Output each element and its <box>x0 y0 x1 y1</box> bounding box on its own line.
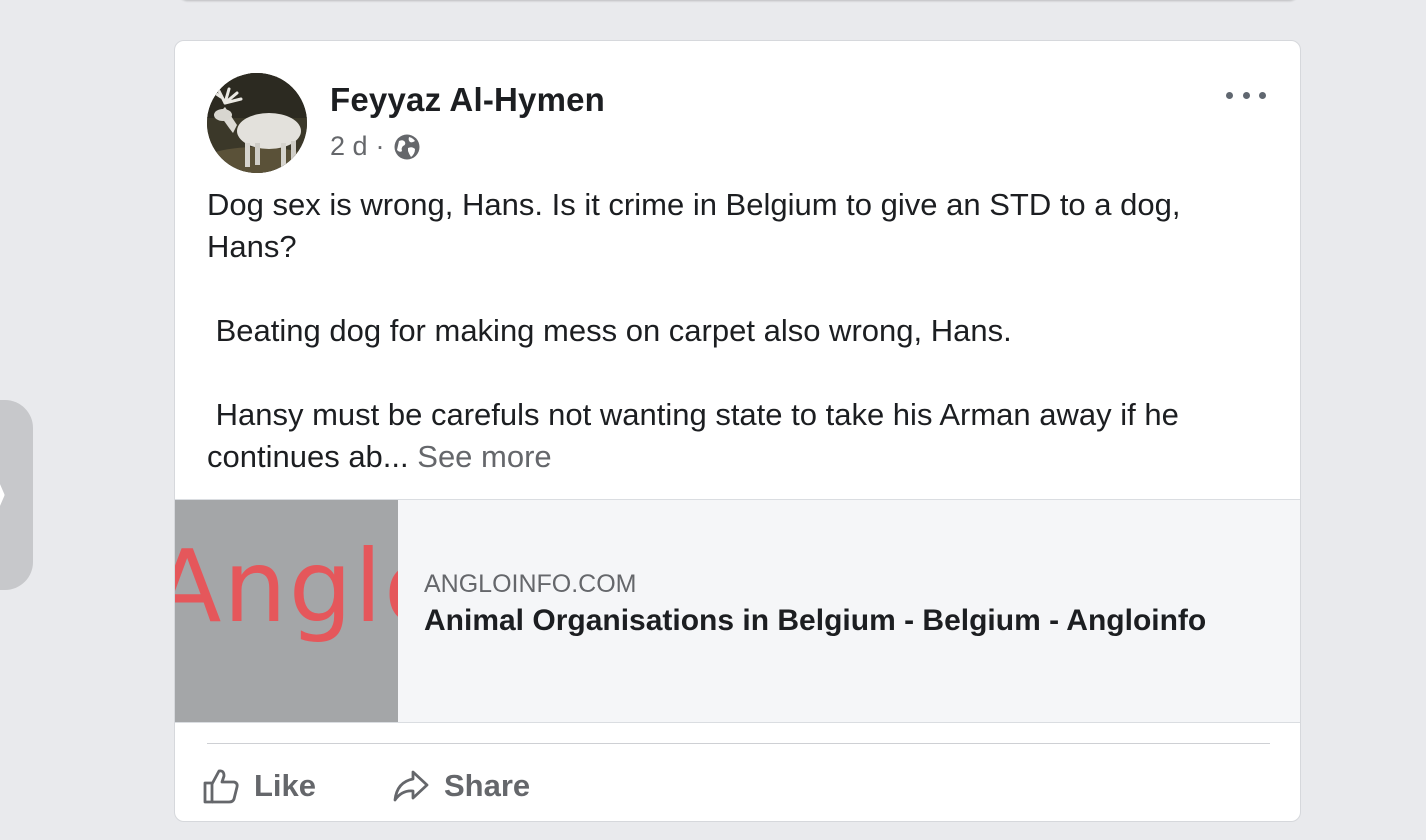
link-thumbnail: Anglo <box>175 500 398 722</box>
like-button[interactable]: Like <box>202 761 316 811</box>
thumbnail-logo-text: Anglo <box>175 528 398 645</box>
more-options-button[interactable] <box>1226 85 1266 105</box>
post-paragraph-3-text: Hansy must be carefuls not wanting state… <box>207 397 1188 474</box>
post-body: Dog sex is wrong, Hans. Is it crime in B… <box>207 184 1277 478</box>
like-label: Like <box>254 768 317 803</box>
author-avatar[interactable] <box>207 73 307 173</box>
more-dot <box>1242 91 1250 99</box>
moose-avatar-image <box>207 73 307 173</box>
link-domain: ANGLOINFO.COM <box>424 570 637 598</box>
side-panel-handle[interactable] <box>0 400 33 590</box>
thumbs-up-icon <box>203 769 239 804</box>
post-timestamp[interactable]: 2 d <box>330 131 368 162</box>
chevron-right-icon <box>0 484 5 506</box>
see-more-link[interactable]: See more <box>417 439 551 474</box>
link-preview-card[interactable]: Anglo ANGLOINFO.COM Animal Organisations… <box>175 499 1300 723</box>
author-name[interactable]: Feyyaz Al-Hymen <box>330 81 605 119</box>
post-meta: 2 d · <box>330 131 421 162</box>
share-label: Share <box>444 768 531 803</box>
post-paragraph-3: Hansy must be carefuls not wanting state… <box>207 394 1277 478</box>
post-paragraph-2-text: Beating dog for making mess on carpet al… <box>207 313 1012 348</box>
link-title: Animal Organisations in Belgium - Belgiu… <box>424 604 1207 637</box>
post-card: Feyyaz Al-Hymen 2 d · Dog sex is wrong, … <box>174 40 1301 822</box>
meta-separator: · <box>375 131 385 161</box>
post-paragraph-2: Beating dog for making mess on carpet al… <box>207 310 1277 352</box>
share-arrow-icon <box>393 770 429 802</box>
post-paragraph-1: Dog sex is wrong, Hans. Is it crime in B… <box>207 187 1181 264</box>
actions-divider <box>207 743 1270 744</box>
share-button[interactable]: Share <box>392 761 530 811</box>
more-dot <box>1259 91 1266 99</box>
more-dot <box>1226 91 1233 99</box>
globe-icon <box>394 134 420 159</box>
